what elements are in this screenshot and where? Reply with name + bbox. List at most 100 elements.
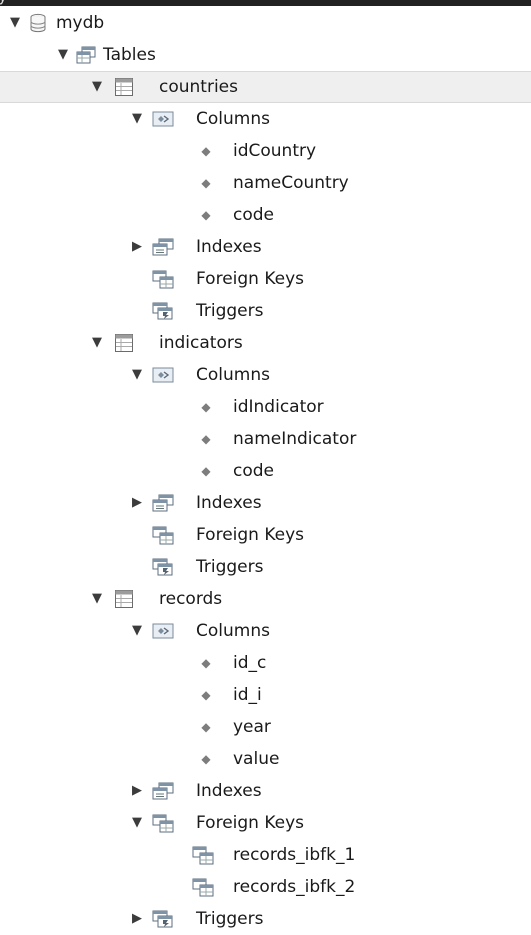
column-name: id_c bbox=[233, 653, 267, 673]
tree-node-triggers[interactable]: Triggers bbox=[0, 551, 531, 583]
triangle-down-icon[interactable]: ▼ bbox=[90, 583, 104, 615]
foreign-keys-icon bbox=[152, 813, 174, 833]
triangle-right-icon[interactable]: ▶ bbox=[130, 487, 144, 519]
indexes-icon bbox=[152, 781, 174, 801]
table-name: records bbox=[159, 589, 223, 609]
triangle-down-icon[interactable]: ▼ bbox=[56, 39, 70, 71]
column-diamond-icon: ◆ bbox=[201, 176, 211, 190]
tree-node-column[interactable]: ◆ year bbox=[0, 711, 531, 743]
column-name: idCountry bbox=[233, 141, 317, 161]
column-diamond-icon: ◆ bbox=[201, 208, 211, 222]
table-name: indicators bbox=[159, 333, 243, 353]
column-diamond-icon: ◆ bbox=[201, 144, 211, 158]
tree-node-table-records[interactable]: ▼ records bbox=[0, 583, 531, 615]
foreign-keys-label: Foreign Keys bbox=[196, 269, 305, 289]
column-name: nameIndicator bbox=[233, 429, 357, 449]
tree-node-indexes[interactable]: ▶ Indexes bbox=[0, 775, 531, 807]
triangle-down-icon[interactable]: ▼ bbox=[130, 807, 144, 839]
triangle-down-icon[interactable]: ▼ bbox=[90, 327, 104, 359]
schema-label: mydb bbox=[56, 13, 105, 33]
tree-node-columns[interactable]: ▼ Columns bbox=[0, 615, 531, 647]
tree-node-column[interactable]: ◆ id_i bbox=[0, 679, 531, 711]
tree-node-table-indicators[interactable]: ▼ indicators bbox=[0, 327, 531, 359]
indexes-label: Indexes bbox=[196, 781, 262, 801]
schema-tree[interactable]: ▼ mydb ▼ Tables ▼ countries ▼ Columns ◆ … bbox=[0, 7, 531, 935]
tree-node-schema[interactable]: ▼ mydb bbox=[0, 7, 531, 39]
foreign-key-icon bbox=[192, 845, 214, 865]
table-name: countries bbox=[159, 77, 238, 97]
column-name: id_i bbox=[233, 685, 262, 705]
columns-label: Columns bbox=[196, 109, 270, 129]
tree-node-table-countries[interactable]: ▼ countries bbox=[0, 71, 531, 103]
triggers-label: Triggers bbox=[196, 909, 264, 929]
table-icon bbox=[114, 77, 134, 97]
foreign-keys-icon bbox=[152, 525, 174, 545]
column-name: idIndicator bbox=[233, 397, 324, 417]
tree-node-foreign-keys[interactable]: Foreign Keys bbox=[0, 263, 531, 295]
tree-node-foreign-key[interactable]: records_ibfk_2 bbox=[0, 871, 531, 903]
triangle-down-icon[interactable]: ▼ bbox=[90, 72, 104, 102]
foreign-key-name: records_ibfk_2 bbox=[233, 877, 356, 897]
tree-node-column[interactable]: ◆ idIndicator bbox=[0, 391, 531, 423]
triangle-right-icon[interactable]: ▶ bbox=[130, 903, 144, 935]
indexes-label: Indexes bbox=[196, 493, 262, 513]
tree-node-column[interactable]: ◆ nameCountry bbox=[0, 167, 531, 199]
foreign-keys-label: Foreign Keys bbox=[196, 813, 305, 833]
columns-label: Columns bbox=[196, 365, 270, 385]
tree-node-foreign-keys[interactable]: ▼ Foreign Keys bbox=[0, 807, 531, 839]
triangle-down-icon[interactable]: ▼ bbox=[130, 359, 144, 391]
triangle-right-icon[interactable]: ▶ bbox=[130, 775, 144, 807]
tree-node-column[interactable]: ◆ code bbox=[0, 199, 531, 231]
foreign-key-name: records_ibfk_1 bbox=[233, 845, 356, 865]
foreign-keys-icon bbox=[152, 269, 174, 289]
triangle-down-icon[interactable]: ▼ bbox=[8, 7, 22, 39]
tree-node-foreign-key[interactable]: records_ibfk_1 bbox=[0, 839, 531, 871]
title-bar: y bbox=[0, 0, 531, 6]
tree-node-foreign-keys[interactable]: Foreign Keys bbox=[0, 519, 531, 551]
triangle-down-icon[interactable]: ▼ bbox=[130, 615, 144, 647]
tree-node-triggers[interactable]: ▶ Triggers bbox=[0, 903, 531, 935]
tree-node-column[interactable]: ◆ idCountry bbox=[0, 135, 531, 167]
tree-node-column[interactable]: ◆ nameIndicator bbox=[0, 423, 531, 455]
column-name: value bbox=[233, 749, 280, 769]
column-diamond-icon: ◆ bbox=[201, 432, 211, 446]
tree-node-columns[interactable]: ▼ Columns bbox=[0, 359, 531, 391]
triggers-label: Triggers bbox=[196, 557, 264, 577]
column-name: code bbox=[233, 461, 274, 481]
triggers-icon bbox=[152, 909, 173, 929]
tree-node-indexes[interactable]: ▶ Indexes bbox=[0, 231, 531, 263]
title-fragment: y bbox=[0, 0, 7, 4]
tree-node-column[interactable]: ◆ value bbox=[0, 743, 531, 775]
column-diamond-icon: ◆ bbox=[201, 720, 211, 734]
column-name: year bbox=[233, 717, 271, 737]
column-diamond-icon: ◆ bbox=[201, 688, 211, 702]
tree-node-indexes[interactable]: ▶ Indexes bbox=[0, 487, 531, 519]
triggers-icon bbox=[152, 301, 173, 321]
column-name: nameCountry bbox=[233, 173, 349, 193]
indexes-icon bbox=[152, 237, 174, 257]
foreign-keys-label: Foreign Keys bbox=[196, 525, 305, 545]
tree-node-column[interactable]: ◆ id_c bbox=[0, 647, 531, 679]
triangle-right-icon[interactable]: ▶ bbox=[130, 231, 144, 263]
column-diamond-icon: ◆ bbox=[201, 656, 211, 670]
indexes-icon bbox=[152, 493, 174, 513]
database-icon bbox=[28, 13, 48, 33]
triangle-down-icon[interactable]: ▼ bbox=[130, 103, 144, 135]
column-name: code bbox=[233, 205, 274, 225]
tree-node-tables[interactable]: ▼ Tables bbox=[0, 39, 531, 71]
triggers-icon bbox=[152, 557, 173, 577]
tree-node-column[interactable]: ◆ code bbox=[0, 455, 531, 487]
column-diamond-icon: ◆ bbox=[201, 464, 211, 478]
tree-node-columns[interactable]: ▼ Columns bbox=[0, 103, 531, 135]
indexes-label: Indexes bbox=[196, 237, 262, 257]
tables-folder-icon bbox=[76, 45, 96, 65]
table-icon bbox=[114, 333, 134, 353]
tree-node-triggers[interactable]: Triggers bbox=[0, 295, 531, 327]
table-icon bbox=[114, 589, 134, 609]
column-diamond-icon: ◆ bbox=[201, 752, 211, 766]
columns-label: Columns bbox=[196, 621, 270, 641]
columns-folder-icon bbox=[152, 365, 174, 385]
tables-label: Tables bbox=[103, 45, 156, 65]
columns-folder-icon bbox=[152, 109, 174, 129]
columns-folder-icon bbox=[152, 621, 174, 641]
